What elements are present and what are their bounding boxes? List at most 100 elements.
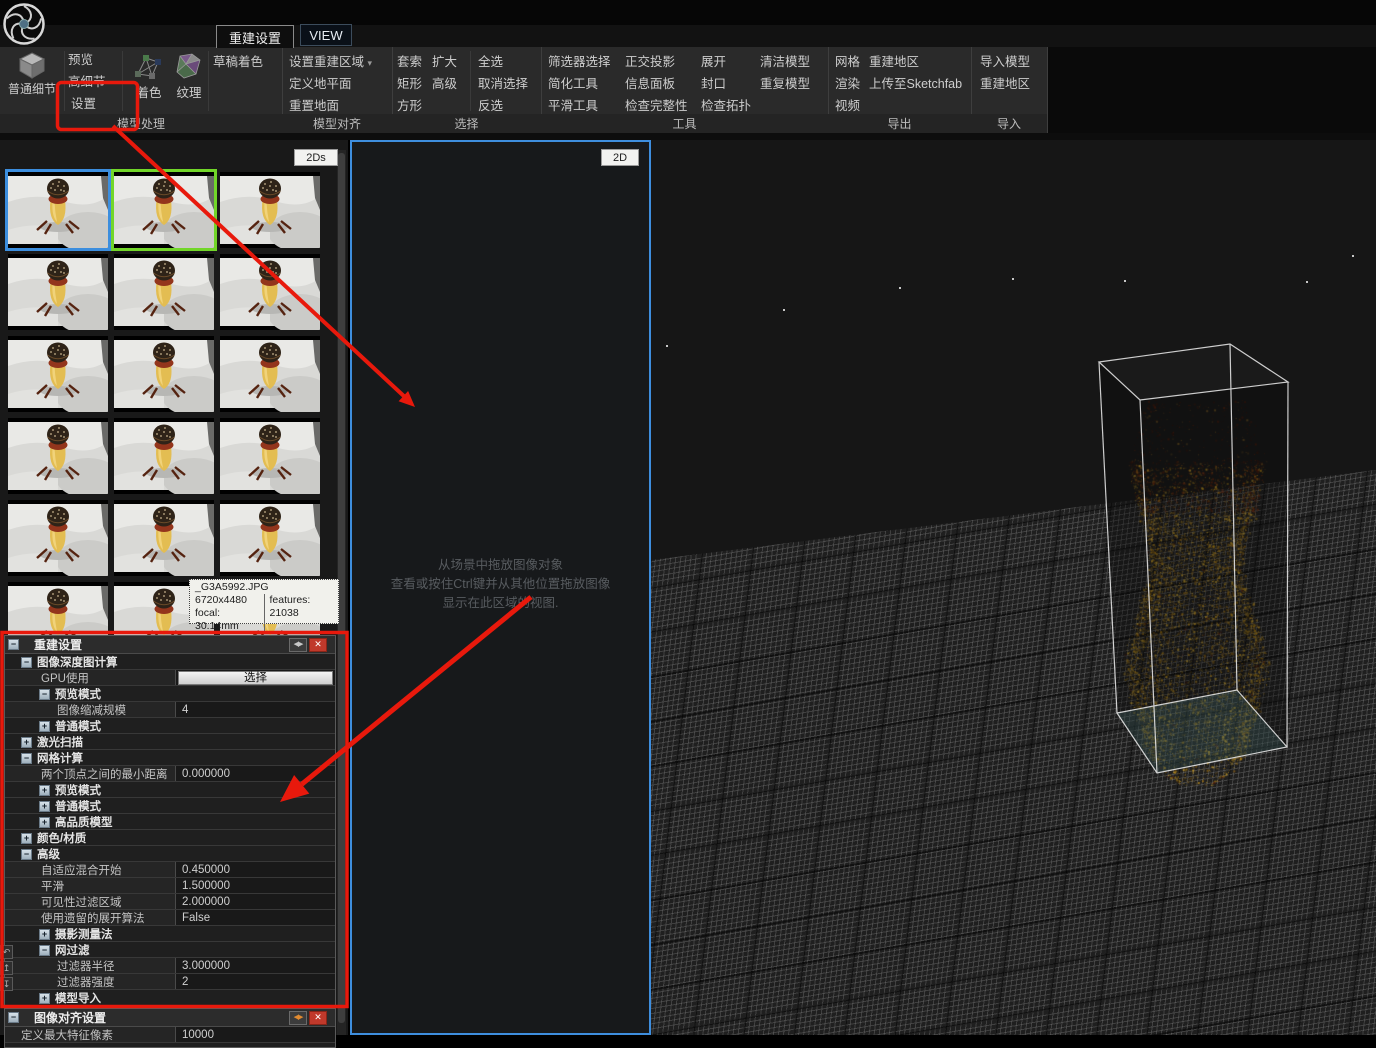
- dock-icon[interactable]: ◀▶: [289, 638, 307, 652]
- collapse-panel-icon[interactable]: −: [8, 639, 19, 650]
- setting-value[interactable]: 1.500000: [175, 878, 335, 893]
- collapse-icon[interactable]: −: [21, 753, 32, 764]
- export-mesh-button[interactable]: 网格: [835, 55, 860, 70]
- settings-row[interactable]: 过滤器强度2: [5, 974, 335, 990]
- setting-value[interactable]: False: [175, 910, 335, 925]
- export-reconstruction-region-button[interactable]: 重建地区: [869, 55, 919, 70]
- expand-icon[interactable]: +: [39, 785, 50, 796]
- settings-row[interactable]: 图像缩减规模4: [5, 702, 335, 718]
- photo-thumbnail[interactable]: [220, 500, 320, 576]
- photo-thumbnail[interactable]: [114, 418, 214, 494]
- dock-icon[interactable]: ◀▶: [289, 1011, 307, 1025]
- tab-view[interactable]: VIEW: [300, 24, 352, 46]
- preview-quality-button[interactable]: 预览: [68, 53, 93, 68]
- settings-group-row[interactable]: +普通模式: [5, 798, 335, 814]
- settings-group-row[interactable]: −网过滤: [5, 942, 335, 958]
- reset-ground-button[interactable]: 重置地面: [289, 99, 339, 114]
- setting-value[interactable]: 4: [175, 702, 335, 717]
- setting-value[interactable]: 0.450000: [175, 862, 335, 877]
- settings-row[interactable]: 定义最大特征像素10000: [5, 1027, 335, 1043]
- close-holes-button[interactable]: 封口: [701, 77, 726, 92]
- settings-row[interactable]: 平滑1.500000: [5, 878, 335, 894]
- settings-group-row[interactable]: +颜色/材质: [5, 830, 335, 846]
- lasso-button[interactable]: 套索: [397, 55, 422, 70]
- photo-thumbnail[interactable]: [220, 172, 320, 248]
- simplify-tool-button[interactable]: 简化工具: [548, 77, 598, 92]
- settings-group-row[interactable]: +激光扫描: [5, 734, 335, 750]
- photo-thumbnail[interactable]: [8, 172, 108, 248]
- photo-thumbnail[interactable]: [114, 172, 214, 248]
- settings-group-row[interactable]: −预览模式: [5, 686, 335, 702]
- gpu-select-button[interactable]: 选择: [178, 671, 333, 685]
- advanced-select-button[interactable]: 高级: [432, 77, 457, 92]
- define-ground-plane-button[interactable]: 定义地平面: [289, 77, 352, 92]
- settings-group-row[interactable]: +模型导入: [5, 990, 335, 1006]
- panel-header[interactable]: − 图像对齐设置 ◀▶ ✕: [5, 1009, 335, 1027]
- panel-header[interactable]: − 重建设置 ◀▶ ✕: [5, 636, 335, 654]
- collapse-icon[interactable]: −: [21, 849, 32, 860]
- draft-shading-button[interactable]: 草稿着色: [213, 55, 263, 70]
- upload-sketchfab-button[interactable]: 上传至Sketchfab: [869, 77, 962, 92]
- settings-group-row[interactable]: −高级: [5, 846, 335, 862]
- images-panel-tag[interactable]: 2Ds: [294, 149, 338, 166]
- settings-row[interactable]: 自适应混合开始0.450000: [5, 862, 335, 878]
- photo-thumbnail[interactable]: [220, 418, 320, 494]
- photo-thumbnail[interactable]: [114, 500, 214, 576]
- view-3d-panel[interactable]: [651, 140, 1376, 1035]
- reconstruction-region-box[interactable]: [651, 140, 1376, 1035]
- settings-group-row[interactable]: +摄影测量法: [5, 926, 335, 942]
- settings-row[interactable]: 可见性过滤区域2.000000: [5, 894, 335, 910]
- close-icon[interactable]: ✕: [309, 1011, 327, 1025]
- expand-icon[interactable]: +: [21, 833, 32, 844]
- import-reconstruction-region-button[interactable]: 重建地区: [980, 77, 1030, 92]
- smooth-tool-button[interactable]: 平滑工具: [548, 99, 598, 114]
- settings-group-row[interactable]: +高品质模型: [5, 814, 335, 830]
- duplicate-model-button[interactable]: 重复模型: [760, 77, 810, 92]
- setting-value[interactable]: 3.000000: [175, 958, 335, 973]
- collapse-panel-icon[interactable]: −: [8, 1012, 19, 1023]
- view-2d-panel-tag[interactable]: 2D: [601, 149, 639, 166]
- photo-thumbnail[interactable]: [8, 254, 108, 330]
- photo-thumbnail[interactable]: [220, 336, 320, 412]
- settings-row[interactable]: 过滤器半径3.000000: [5, 958, 335, 974]
- photo-thumbnail[interactable]: [8, 500, 108, 576]
- setting-value[interactable]: 选择: [175, 670, 335, 685]
- settings-group-row[interactable]: +普通模式: [5, 718, 335, 734]
- expand-icon[interactable]: +: [21, 737, 32, 748]
- set-reconstruction-region-button[interactable]: 设置重建区域 ▾: [289, 55, 372, 71]
- texture-button[interactable]: 纹理: [172, 50, 206, 101]
- check-integrity-button[interactable]: 检查完整性: [625, 99, 688, 114]
- check-topology-button[interactable]: 检查拓扑: [701, 99, 751, 114]
- settings-group-row[interactable]: −图像深度图计算: [5, 654, 335, 670]
- info-panel-button[interactable]: 信息面板: [625, 77, 675, 92]
- panel-undock-icon[interactable]: ↶: [0, 945, 13, 959]
- tab-reconstruction-settings[interactable]: 重建设置: [216, 25, 294, 48]
- high-detail-button[interactable]: 高细节: [68, 75, 106, 90]
- select-all-button[interactable]: 全选: [478, 55, 503, 70]
- expand-icon[interactable]: +: [39, 817, 50, 828]
- normal-detail-button[interactable]: 普通细节: [2, 50, 62, 112]
- photo-thumbnail[interactable]: [8, 336, 108, 412]
- collapse-icon[interactable]: −: [39, 689, 50, 700]
- photo-thumbnail[interactable]: [114, 336, 214, 412]
- settings-row[interactable]: 两个顶点之间的最小距离0.000000: [5, 766, 335, 782]
- setting-value[interactable]: 2: [175, 974, 335, 989]
- square-select-button[interactable]: 方形: [397, 99, 422, 114]
- photo-thumbnail[interactable]: [114, 254, 214, 330]
- settings-row[interactable]: GPU使用选择: [5, 670, 335, 686]
- deselect-button[interactable]: 取消选择: [478, 77, 528, 92]
- settings-group-row[interactable]: +预览模式: [5, 782, 335, 798]
- unfold-button[interactable]: 展开: [701, 55, 726, 70]
- filter-selection-button[interactable]: 筛选器选择: [548, 55, 611, 70]
- setting-value[interactable]: 2.000000: [175, 894, 335, 909]
- invert-selection-button[interactable]: 反选: [478, 99, 503, 114]
- reconstruction-settings-button[interactable]: 设置: [71, 97, 96, 112]
- photo-thumbnail[interactable]: [8, 418, 108, 494]
- expand-icon[interactable]: +: [39, 721, 50, 732]
- collapse-icon[interactable]: −: [39, 945, 50, 956]
- expand-icon[interactable]: +: [39, 801, 50, 812]
- clean-model-button[interactable]: 清洁模型: [760, 55, 810, 70]
- render-button[interactable]: 渲染: [835, 77, 860, 92]
- orthographic-button[interactable]: 正交投影: [625, 55, 675, 70]
- photo-thumbnail[interactable]: [220, 254, 320, 330]
